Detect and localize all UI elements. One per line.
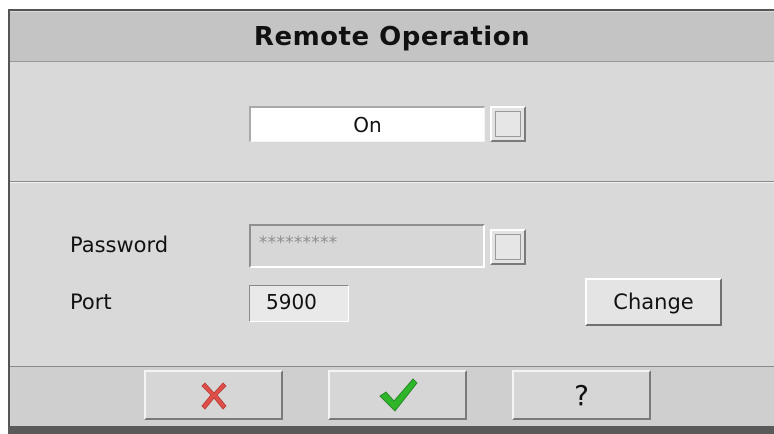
port-label: Port [70, 290, 112, 314]
section-divider [10, 181, 774, 183]
help-label: ? [574, 378, 589, 412]
password-field[interactable]: ********* [249, 224, 485, 268]
password-edit-button[interactable] [490, 229, 526, 265]
cancel-button[interactable] [144, 370, 283, 420]
cancel-x-icon [200, 382, 227, 410]
ok-button[interactable] [328, 370, 467, 420]
password-label: Password [70, 233, 169, 257]
help-button[interactable]: ? [512, 370, 651, 420]
checkmark-icon [378, 378, 418, 412]
toggle-box-icon [495, 234, 521, 260]
toggle-box-icon [495, 111, 521, 137]
dialog-bottom-border [8, 426, 774, 434]
port-field[interactable]: 5900 [249, 285, 349, 322]
remote-operation-state-field[interactable]: On [249, 106, 485, 142]
dialog-title: Remote Operation [10, 12, 774, 62]
remote-operation-toggle-button[interactable] [490, 106, 526, 142]
change-button[interactable]: Change [585, 278, 722, 326]
